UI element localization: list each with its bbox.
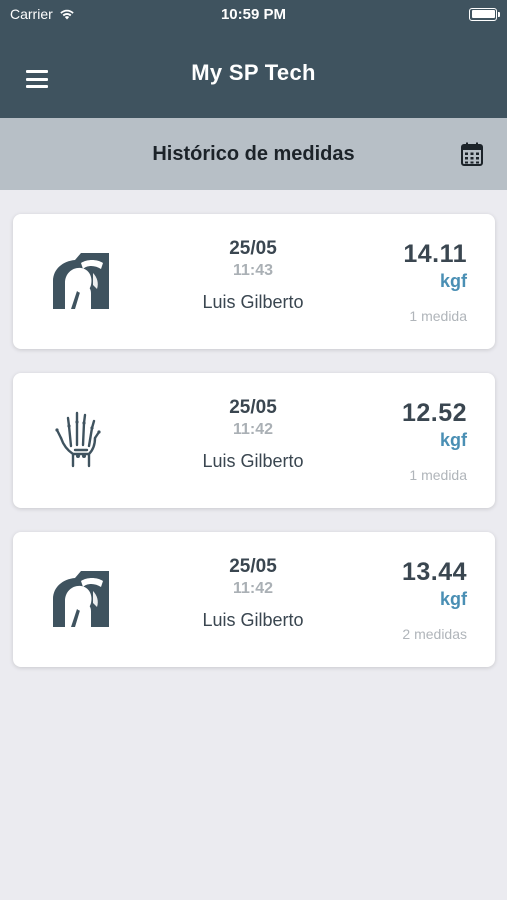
- measurement-unit: kgf: [440, 271, 467, 291]
- status-time: 10:59 PM: [220, 5, 287, 23]
- measurement-count: 2 medidas: [402, 626, 467, 642]
- nav-bar: My SP Tech: [0, 28, 507, 118]
- patient-name: Luis Gilberto: [202, 451, 304, 471]
- patient-name: Luis Gilberto: [202, 610, 304, 630]
- hand-icon: [55, 411, 101, 468]
- measurement-time: 11:43: [232, 262, 274, 279]
- patient-name: Luis Gilberto: [202, 292, 304, 312]
- status-bar: Carrier 10:59 PM: [0, 0, 507, 28]
- measurement-date: 25/05: [229, 397, 277, 418]
- measurement-time: 11:42: [232, 421, 274, 438]
- section-header: Histórico de medidas: [0, 118, 507, 190]
- shoulder-icon: [53, 253, 109, 309]
- measurement-count: 1 medida: [409, 467, 467, 483]
- measurement-date: 25/05: [229, 238, 277, 259]
- measurement-date: 25/05: [229, 556, 277, 577]
- card-middle: 25/05 11:43 Luis Gilberto: [173, 238, 333, 313]
- card-middle: 25/05 11:42 Luis Gilberto: [173, 397, 333, 472]
- battery-fill: [471, 10, 495, 18]
- measurement-unit: kgf: [440, 430, 467, 450]
- card-middle: 25/05 11:42 Luis Gilberto: [173, 556, 333, 631]
- carrier-label: Carrier: [10, 6, 53, 22]
- measurement-card[interactable]: 25/05 11:42 Luis Gilberto 13.44 kgf 2 me…: [13, 532, 495, 667]
- wifi-icon: [60, 9, 74, 20]
- measurement-unit: kgf: [440, 589, 467, 609]
- card-right: 13.44 kgf 2 medidas: [402, 558, 467, 642]
- measurement-time: 11:42: [232, 580, 274, 597]
- measurement-card[interactable]: 25/05 11:42 Luis Gilberto 12.52 kgf 1 me…: [13, 373, 495, 508]
- status-left: Carrier: [10, 6, 75, 22]
- card-right: 12.52 kgf 1 medida: [402, 399, 467, 483]
- battery-icon: [469, 7, 500, 21]
- app-title: My SP Tech: [191, 60, 316, 85]
- section-title: Histórico de medidas: [152, 142, 355, 165]
- measurement-count: 1 medida: [409, 308, 467, 324]
- measurement-value: 12.52: [401, 399, 467, 427]
- shoulder-icon: [53, 571, 109, 627]
- card-right: 14.11 kgf 1 medida: [403, 240, 467, 324]
- calendar-icon[interactable]: [459, 141, 485, 167]
- hamburger-menu-icon[interactable]: [26, 70, 48, 88]
- measurement-value: 14.11: [403, 240, 467, 268]
- measurement-value: 13.44: [401, 558, 467, 586]
- measurement-card[interactable]: 25/05 11:43 Luis Gilberto 14.11 kgf 1 me…: [13, 214, 495, 349]
- measurement-list: 25/05 11:43 Luis Gilberto 14.11 kgf 1 me…: [13, 214, 495, 691]
